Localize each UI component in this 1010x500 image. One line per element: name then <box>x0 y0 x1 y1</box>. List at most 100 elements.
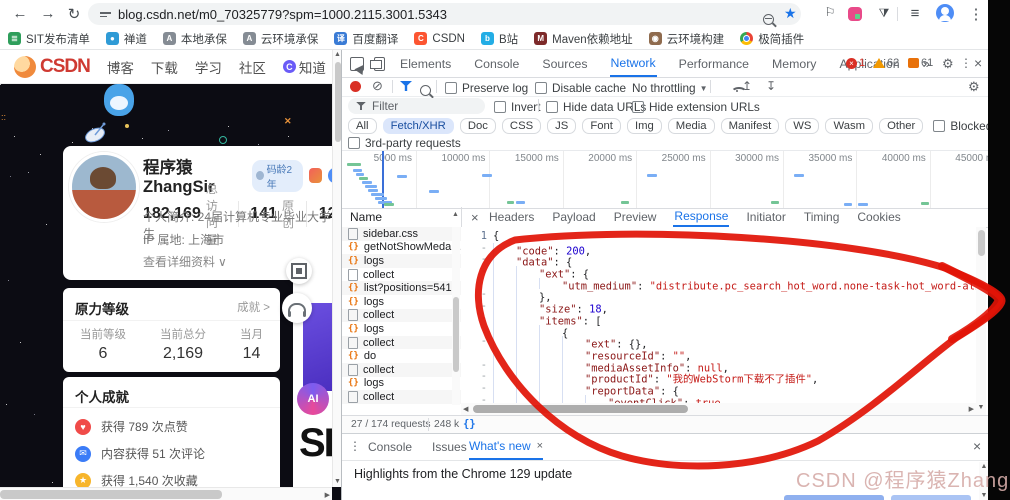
search-icon[interactable] <box>420 85 431 96</box>
response-scroll-down-arrow[interactable]: ▼ <box>976 403 986 413</box>
detail-tab-headers[interactable]: Headers <box>488 208 535 226</box>
detail-tab-cookies[interactable]: Cookies <box>856 208 901 226</box>
hscroll-thumb[interactable] <box>0 490 222 499</box>
format-json-icon[interactable]: {} <box>463 418 476 430</box>
request-row[interactable]: {}logs <box>342 295 461 309</box>
page-vertical-scrollbar[interactable]: ▲ ▼ <box>332 50 341 487</box>
response-scroll-right-arrow[interactable]: ▶ <box>969 405 974 415</box>
preserve-log-checkbox[interactable]: Preserve log <box>445 81 528 95</box>
name-column-header[interactable]: Name <box>350 210 382 224</box>
settings-gear-icon[interactable]: ⚙ <box>942 56 954 72</box>
network-overview-timeline[interactable]: 5000 ms10000 ms15000 ms20000 ms25000 ms3… <box>342 150 988 209</box>
bookmark-item[interactable]: A云环境承保 <box>243 31 319 47</box>
disable-cache-checkbox[interactable]: Disable cache <box>535 81 626 95</box>
bookmark-item[interactable]: 极简插件 <box>740 31 804 47</box>
filter-toggle-icon[interactable] <box>400 81 412 91</box>
browser-menu-icon[interactable]: ⋮ <box>966 5 986 23</box>
filter-chip-doc[interactable]: Doc <box>460 118 496 134</box>
filter-chip-css[interactable]: CSS <box>502 118 541 134</box>
bookmark-item[interactable]: CCSDN <box>414 32 465 45</box>
inspect-element-icon[interactable] <box>350 57 364 71</box>
response-horizontal-scrollbar[interactable]: ◀ ▶ <box>461 403 976 415</box>
devtools-tab-network[interactable]: Network <box>610 51 657 77</box>
bookmark-item[interactable]: ≣SIT发布清单 <box>8 31 90 47</box>
response-scroll-left-arrow[interactable]: ◀ <box>463 405 468 415</box>
filter-chip-all[interactable]: All <box>348 118 377 134</box>
customer-service-button[interactable] <box>282 293 312 323</box>
scroll-down-arrow[interactable]: ▼ <box>333 477 341 487</box>
close-details-icon[interactable]: × <box>471 210 479 225</box>
throttling-select[interactable]: No throttling▼ <box>632 81 708 95</box>
response-vscroll-thumb[interactable] <box>978 230 985 256</box>
csdn-nav-item[interactable]: 下载 <box>151 57 178 77</box>
zoom-out-icon[interactable] <box>763 14 774 25</box>
request-row[interactable]: collect <box>342 390 461 404</box>
filter-chip-media[interactable]: Media <box>668 118 715 134</box>
achievement-link[interactable]: 成就 > <box>237 299 270 315</box>
hide-extension-urls-checkbox[interactable]: Hide extension URLs <box>632 100 760 114</box>
address-bar[interactable]: blog.csdn.net/m0_70325779?spm=1000.2115.… <box>88 3 801 25</box>
detail-tab-payload[interactable]: Payload <box>551 208 596 226</box>
drawer-menu-icon[interactable]: ⋮ <box>349 439 361 453</box>
bookmark-item[interactable]: bB站 <box>481 31 518 47</box>
qr-code-button[interactable] <box>286 258 312 284</box>
scroll-thumb[interactable] <box>335 62 341 142</box>
profile-avatar-icon[interactable] <box>936 4 954 22</box>
request-row[interactable]: {}logs <box>342 322 461 336</box>
export-har-icon[interactable]: ↧ <box>766 79 776 93</box>
record-icon[interactable] <box>350 81 361 92</box>
filter-chip-wasm[interactable]: Wasm <box>825 118 873 134</box>
request-row[interactable]: collect <box>342 363 461 377</box>
bookmark-item[interactable]: 译百度翻译 <box>334 31 398 47</box>
bookmark-item[interactable]: MMaven依赖地址 <box>534 31 633 47</box>
csdn-nav-item[interactable]: 博客 <box>107 57 134 77</box>
devtools-close-icon[interactable]: × <box>974 55 982 71</box>
filter-chip-img[interactable]: Img <box>627 118 662 134</box>
url-text[interactable]: blog.csdn.net/m0_70325779?spm=1000.2115.… <box>118 7 447 22</box>
detail-tab-initiator[interactable]: Initiator <box>745 208 786 226</box>
request-row[interactable]: collect <box>342 336 461 350</box>
bookmark-item[interactable]: ◉云环境构建 <box>649 31 725 47</box>
request-row[interactable]: {}do <box>342 349 461 363</box>
warning-badge[interactable]: 62 <box>873 57 899 69</box>
drawer-tab-issues[interactable]: Issues <box>431 435 468 459</box>
request-row[interactable]: {}list?positions=541 <box>342 281 461 295</box>
extension-pinned-icon[interactable] <box>848 7 862 21</box>
blocked-cookies-checkbox[interactable]: Blocked response cookies <box>933 119 988 133</box>
network-settings-icon[interactable]: ⚙ <box>968 79 980 95</box>
csdn-nav-item[interactable]: 社区 <box>239 57 266 77</box>
devtools-menu-icon[interactable]: ⋮ <box>960 56 972 70</box>
reading-list-icon[interactable]: ≡ <box>905 5 925 22</box>
import-har-icon[interactable]: ↥ <box>742 79 752 93</box>
csdn-nav-item[interactable]: 学习 <box>195 57 222 77</box>
forward-icon[interactable]: → <box>38 5 58 22</box>
bookmark-item[interactable]: ●禅道 <box>106 31 147 47</box>
drawer-close-icon[interactable]: × <box>973 438 981 454</box>
view-detail-link[interactable]: 查看详细资料∨ <box>143 253 227 270</box>
response-viewer[interactable]: 1{-"code": 200,-"data": {-"ext": {"utm_m… <box>461 227 976 407</box>
request-row[interactable]: {}logs <box>342 254 461 268</box>
filter-chip-ws[interactable]: WS <box>785 118 819 134</box>
list-scroll-up-arrow[interactable]: ▲ <box>452 210 459 220</box>
detail-tab-response[interactable]: Response <box>673 207 729 227</box>
devtools-tab-performance[interactable]: Performance <box>678 52 750 76</box>
back-icon[interactable]: ← <box>10 5 30 22</box>
bookmark-star-icon[interactable]: ★ <box>784 5 797 22</box>
filter-chip-font[interactable]: Font <box>582 118 621 134</box>
close-tab-icon[interactable]: × <box>537 440 543 452</box>
filter-chip-other[interactable]: Other <box>879 118 923 134</box>
drawer-tab-console[interactable]: Console <box>367 435 413 459</box>
filter-chip-manifest[interactable]: Manifest <box>721 118 780 134</box>
error-badge[interactable]: ×1 <box>846 57 865 69</box>
response-hscroll-thumb[interactable] <box>473 405 688 413</box>
filter-input[interactable]: Filter <box>348 98 485 114</box>
third-party-checkbox[interactable]: 3rd-party requests <box>348 136 461 150</box>
request-row[interactable]: {}logs <box>342 377 461 391</box>
devtools-tab-elements[interactable]: Elements <box>399 52 452 76</box>
detail-tab-preview[interactable]: Preview <box>613 208 658 226</box>
scroll-right-arrow[interactable]: ▶ <box>325 491 330 500</box>
devtools-tab-sources[interactable]: Sources <box>541 52 588 76</box>
filter-chip-js[interactable]: JS <box>547 118 576 134</box>
invert-checkbox[interactable]: Invert <box>494 100 541 114</box>
page-horizontal-scrollbar[interactable]: ▶ <box>0 487 332 500</box>
